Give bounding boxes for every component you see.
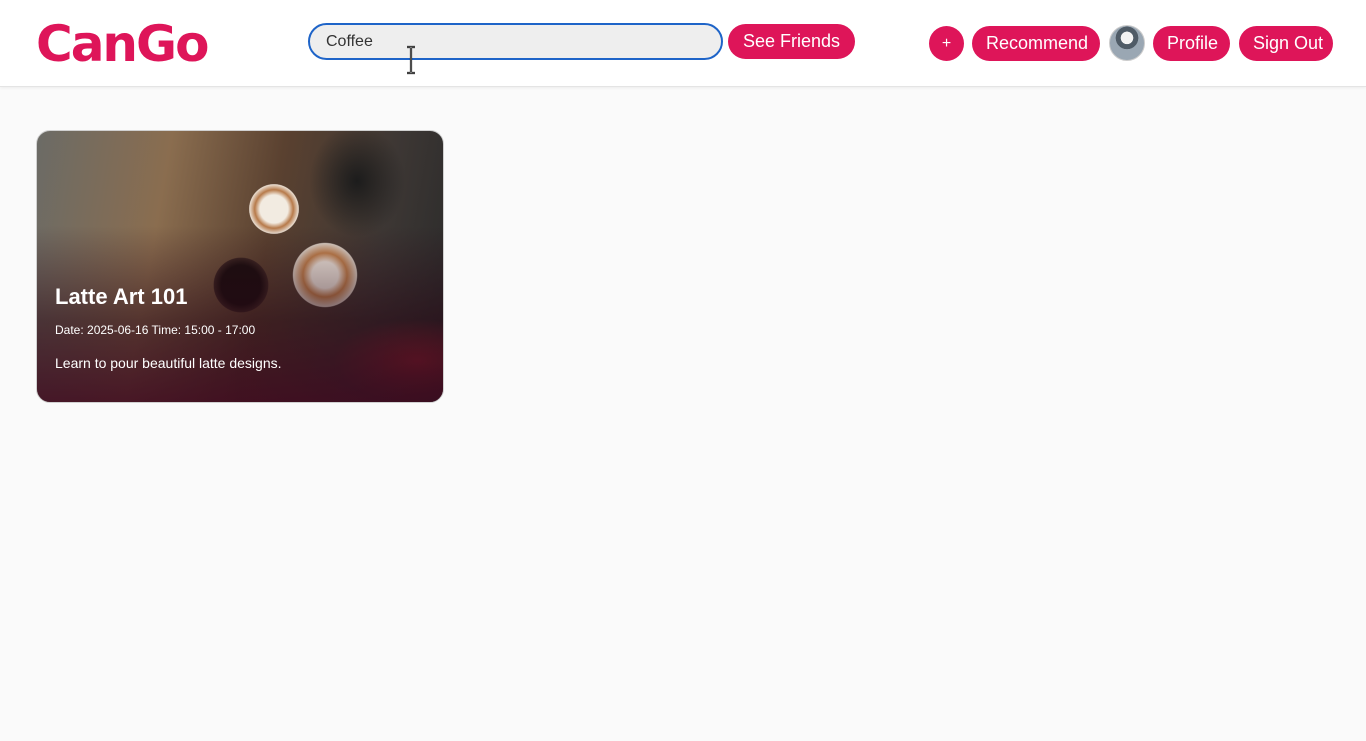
see-friends-button[interactable]: See Friends [728,24,855,59]
recommend-button[interactable]: Recommend [972,26,1100,61]
top-navigation-bar: CanGo See Friends + Recommend Profile Si… [0,0,1366,87]
cango-logo[interactable]: CanGo [36,14,209,74]
sign-out-button[interactable]: Sign Out [1239,26,1333,61]
event-title: Latte Art 101 [55,284,188,309]
profile-button[interactable]: Profile [1153,26,1230,61]
event-card[interactable]: Latte Art 101 Date: 2025-06-16 Time: 15:… [36,130,444,403]
user-avatar-icon[interactable] [1109,25,1145,61]
event-description: Learn to pour beautiful latte designs. [55,355,282,371]
event-date-time: Date: 2025-06-16 Time: 15:00 - 17:00 [55,323,256,337]
add-event-button[interactable]: + [929,26,964,61]
search-input[interactable] [308,23,723,60]
